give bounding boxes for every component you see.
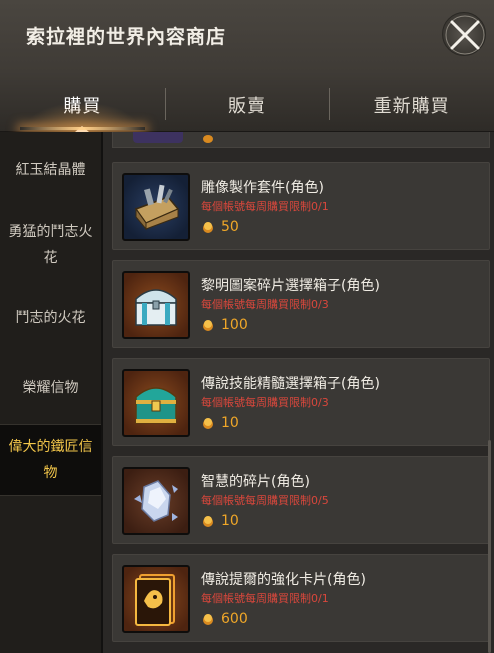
category-sidebar: 紅玉結晶體 勇猛的鬥志火花 鬥志的火花 榮耀信物 偉大的鐵匠信物: [0, 132, 103, 653]
product-card[interactable]: 雕像製作套件(角色) 每個帳號每周購買限制0/1 50: [112, 162, 490, 250]
price-value: 100: [221, 317, 248, 333]
product-name: 黎明圖案碎片選擇箱子(角色): [201, 278, 380, 294]
product-card[interactable]: 智慧的碎片(角色) 每個帳號每周購買限制0/5 10: [112, 456, 490, 544]
tab-bar: 購買 販賣 重新購買: [0, 78, 494, 132]
sidebar-divider: [0, 495, 101, 496]
product-card[interactable]: 黎明圖案碎片選擇箱子(角色) 每個帳號每周購買限制0/3 100: [112, 260, 490, 348]
sidebar-item-label: 紅玉結晶體: [15, 162, 86, 178]
coin-icon: [203, 320, 213, 331]
list-item-partial[interactable]: [112, 132, 490, 148]
product-price: 100: [201, 315, 248, 335]
tab-label: 販賣: [228, 96, 266, 117]
sidebar-item-label: 鬥志的火花: [15, 310, 86, 326]
purchase-limit: 每個帳號每周購買限制0/5: [201, 494, 329, 507]
partial-item-thumb: [133, 132, 183, 143]
product-price: 10: [201, 413, 239, 433]
product-name: 雕像製作套件(角色): [201, 180, 324, 196]
purchase-limit: 每個帳號每周購買限制0/3: [201, 396, 329, 409]
tab-label: 重新購買: [373, 96, 450, 117]
sidebar-item-glory-token[interactable]: 榮耀信物: [0, 368, 101, 408]
sidebar-item-label: 偉大的鐵匠信物: [8, 439, 93, 481]
sidebar-item-blacksmith-token[interactable]: 偉大的鐵匠信物: [0, 425, 101, 495]
crystal-shard-icon: [122, 467, 190, 535]
coin-icon: [203, 222, 213, 233]
purchase-limit: 每個帳號每周購買限制0/1: [201, 200, 329, 213]
price-value: 10: [221, 513, 239, 529]
sidebar-item-brave-spark[interactable]: 勇猛的鬥志火花: [0, 216, 101, 274]
close-icon: [445, 15, 485, 55]
purchase-limit: 每個帳號每周購買限制0/3: [201, 298, 329, 311]
product-price: 600: [201, 609, 248, 629]
coin-icon: [203, 516, 213, 527]
product-card[interactable]: 傳說技能精髓選擇箱子(角色) 每個帳號每周購買限制0/3 10: [112, 358, 490, 446]
product-name: 傳說提爾的強化卡片(角色): [201, 572, 366, 588]
teal-chest-icon: [122, 369, 190, 437]
coin-icon: [203, 418, 213, 429]
sidebar-item-spark[interactable]: 鬥志的火花: [0, 298, 101, 338]
coin-icon: [203, 135, 213, 143]
silver-chest-icon: [122, 271, 190, 339]
product-price: 50: [201, 217, 239, 237]
window-title: 索拉裡的世界內容商店: [26, 26, 227, 48]
sidebar-item-label: 勇猛的鬥志火花: [8, 224, 93, 266]
tab-sell[interactable]: 販賣: [164, 78, 330, 132]
sidebar-item-ruby-crystal[interactable]: 紅玉結晶體: [0, 150, 101, 190]
product-list: 雕像製作套件(角色) 每個帳號每周購買限制0/1 50 黎明圖案碎片選擇箱子(角…: [103, 132, 494, 653]
close-button[interactable]: [442, 12, 486, 56]
shop-header: 索拉裡的世界內容商店 購買 販賣 重新購買: [0, 0, 494, 132]
product-name: 傳說技能精髓選擇箱子(角色): [201, 376, 380, 392]
list-scrollbar[interactable]: [488, 440, 491, 653]
toolbox-icon: [122, 173, 190, 241]
sidebar-item-label: 榮耀信物: [22, 380, 79, 396]
purchase-limit: 每個帳號每周購買限制0/1: [201, 592, 329, 605]
gold-card-icon: [122, 565, 190, 633]
coin-icon: [203, 614, 213, 625]
product-price: 10: [201, 511, 239, 531]
price-value: 600: [221, 611, 248, 627]
product-name: 智慧的碎片(角色): [201, 474, 310, 490]
tab-rebuy[interactable]: 重新購買: [329, 78, 494, 132]
product-card[interactable]: 傳說提爾的強化卡片(角色) 每個帳號每周購買限制0/1 600: [112, 554, 490, 642]
price-value: 50: [221, 219, 239, 235]
tab-buy[interactable]: 購買: [0, 78, 165, 132]
price-value: 10: [221, 415, 239, 431]
